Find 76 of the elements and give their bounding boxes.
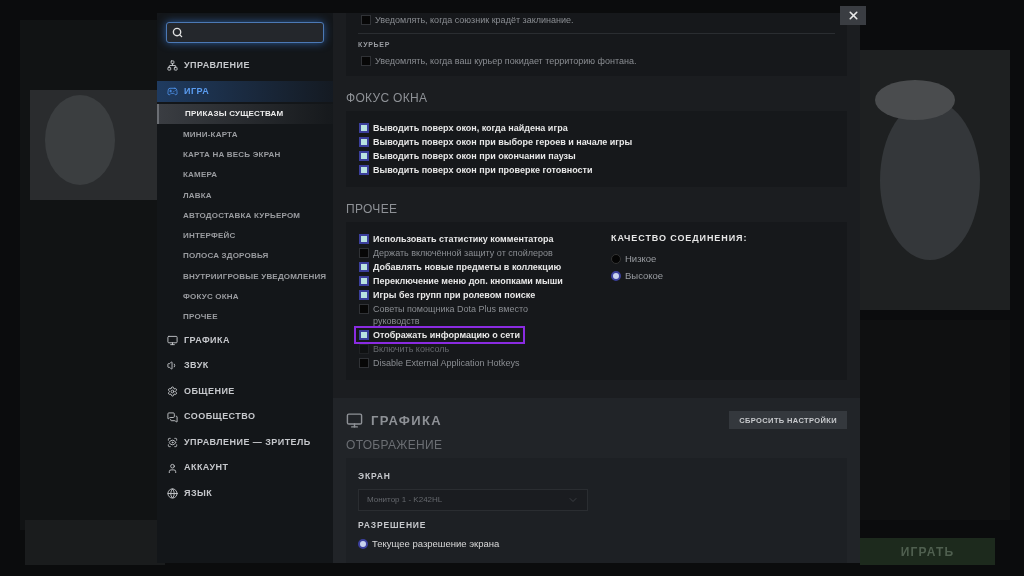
checkbox-label: Включить консоль (373, 342, 450, 355)
checkbox-label: Выводить поверх окон при проверке готовности (373, 163, 593, 176)
hierarchy-icon (167, 60, 178, 72)
gamepad-icon (167, 85, 178, 97)
sidebar-subitem[interactable]: КАМЕРА (157, 165, 333, 186)
checkbox-label: Игры без групп при ролевом поиске (373, 288, 536, 301)
checkbox-label: Выводить поверх окон, когда найдена игра (373, 121, 568, 134)
checkbox[interactable] (361, 55, 371, 66)
sidebar-category[interactable]: ГРАФИКА (157, 329, 333, 351)
sidebar-category[interactable]: УПРАВЛЕНИЕ (157, 55, 333, 77)
radio-label: Высокое (625, 269, 664, 284)
checkbox[interactable] (359, 150, 369, 161)
checkbox[interactable] (359, 357, 369, 368)
checkbox[interactable] (359, 122, 369, 133)
checkbox[interactable] (359, 136, 369, 147)
section-title: ГРАФИКА (371, 411, 442, 430)
checkbox[interactable] (361, 15, 371, 25)
section-heading: ПРОЧЕЕ (346, 200, 399, 218)
sidebar-subitem[interactable]: МИНИ-КАРТА (157, 124, 333, 145)
checkbox-label: Использовать статистику комментатора (373, 232, 554, 245)
checkbox-label: Уведомлять, когда ваш курьер покидает территорию фонтана. (375, 54, 637, 67)
monitor-icon (346, 411, 363, 429)
checkbox[interactable] (359, 329, 369, 340)
speaker-icon (167, 360, 178, 372)
checkbox-label: Добавлять новые предметы в коллекцию (373, 260, 562, 273)
radio-label: Низкое (625, 252, 657, 266)
checkbox-label: Отображать информацию о сети (373, 328, 520, 341)
checkbox-label: Выводить поверх окон при окончании паузы (373, 149, 576, 162)
sidebar-subitem[interactable]: ЛАВКА (157, 185, 333, 206)
checkbox-label: Держать включённой защиту от спойлеров (373, 246, 553, 259)
field-label: ЭКРАН (358, 470, 392, 483)
checkbox[interactable] (359, 289, 369, 300)
search-field[interactable] (166, 22, 324, 43)
section-heading: ФОКУС ОКНА (346, 89, 429, 107)
monitor-icon (167, 334, 178, 346)
gear-icon (167, 385, 178, 397)
checkbox-label: Выводить поверх окон при выборе героев и начале игры (373, 135, 633, 148)
checkbox-label: Советы помощника Dota Plus вместо руководств (373, 302, 530, 327)
section-heading: ОТОБРАЖЕНИЕ (346, 437, 444, 454)
sidebar-subitem[interactable]: ФОКУС ОКНА (157, 286, 333, 308)
sidebar-subitem[interactable]: ПРОЧЕЕ (157, 307, 333, 328)
sidebar-category[interactable]: АККАУНТ (157, 457, 333, 479)
sidebar-subitem[interactable]: КАРТА НА ВЕСЬ ЭКРАН (157, 144, 333, 166)
sidebar-subitem[interactable]: АВТОДОСТАВКА КУРЬЕРОМ (157, 205, 333, 226)
close-icon (846, 9, 860, 22)
checkbox[interactable] (359, 247, 369, 258)
radio-button[interactable] (611, 271, 621, 282)
chat-icon (167, 411, 178, 423)
sidebar-category[interactable]: СООБЩЕСТВО (157, 406, 333, 428)
sidebar-category[interactable]: ЯЗЫК (157, 483, 333, 505)
group-title: КАЧЕСТВО СОЕДИНЕНИЯ: (611, 231, 748, 245)
radio-button[interactable] (611, 254, 621, 265)
globe-icon (167, 488, 178, 500)
sidebar-category[interactable]: ЗВУК (157, 355, 333, 377)
checkbox[interactable] (359, 164, 369, 175)
sidebar-subitem[interactable]: ПОЛОСА ЗДОРОВЬЯ (157, 246, 333, 267)
checkbox[interactable] (359, 275, 369, 286)
checkbox[interactable] (359, 233, 369, 244)
sidebar-subitem[interactable]: ИНТЕРФЕЙС (157, 225, 333, 247)
sidebar-subitem[interactable]: ПРИКАЗЫ СУЩЕСТВАМ (157, 104, 333, 125)
field-label: РАЗРЕШЕНИЕ (358, 518, 428, 532)
radio-label: Текущее разрешение экрана (372, 536, 500, 551)
search-icon (172, 27, 183, 38)
checkbox-label: Переключение меню доп. кнопками мыши (373, 274, 563, 287)
eye-icon (167, 437, 178, 449)
checkbox[interactable] (359, 261, 369, 272)
radio-button[interactable] (358, 538, 368, 549)
close-button[interactable] (840, 6, 866, 25)
checkbox[interactable] (359, 303, 369, 314)
sidebar-category[interactable]: УПРАВЛЕНИЕ — ЗРИТЕЛЬ (157, 432, 333, 454)
user-icon (167, 462, 178, 474)
sidebar-subitem[interactable]: ВНУТРИИГРОВЫЕ УВЕДОМЛЕНИЯ (157, 266, 333, 287)
checkbox-label: Disable External Application Hotkeys (373, 356, 520, 369)
sidebar-category[interactable]: ОБЩЕНИЕ (157, 380, 333, 402)
checkbox-label: Уведомлять, когда союзник крадёт заклинание. (375, 14, 574, 26)
sidebar-category[interactable]: ИГРА (157, 80, 333, 102)
